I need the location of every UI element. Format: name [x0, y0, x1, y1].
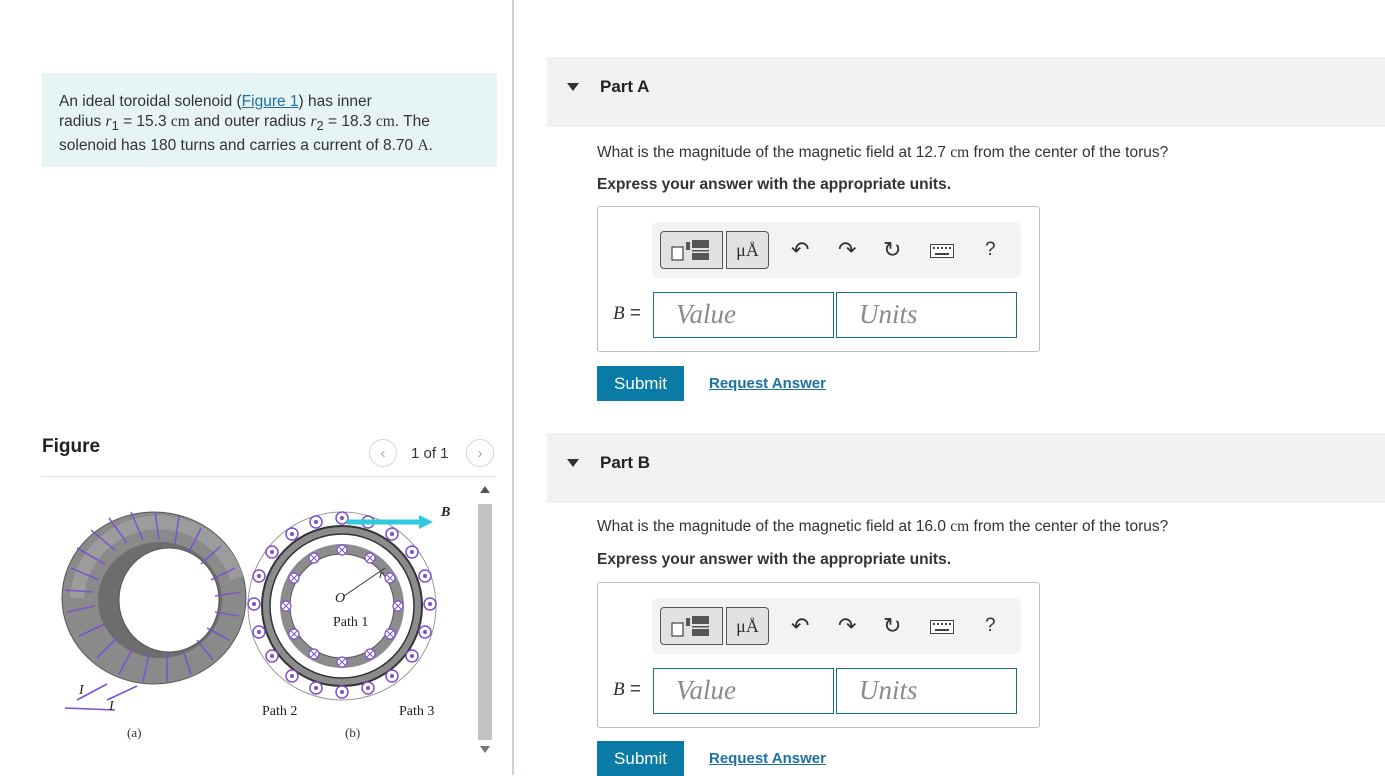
part-a-question: What is the magnitude of the magnetic fi…	[597, 144, 1169, 161]
part-b-answer-box: μÅ ↶ ↷ ↻ ? B = Value Units	[597, 582, 1040, 728]
scroll-thumb[interactable]	[478, 504, 492, 740]
chevron-right-icon: ›	[477, 444, 483, 462]
origin-label: O	[335, 591, 345, 606]
request-answer-link[interactable]: Request Answer	[709, 750, 826, 767]
part-b-header[interactable]: Part B	[547, 433, 1385, 503]
path2-label: Path 2	[262, 704, 297, 719]
problem-line-2: radius r1 = 15.3 cm and outer radius r2 …	[59, 113, 430, 134]
toroid-cross-section: B O r Path 1 Path 2 Path 3 (b)	[247, 505, 450, 740]
variable-label: B =	[613, 303, 641, 324]
radius-label: r	[379, 567, 384, 581]
value-input[interactable]: Value	[653, 668, 834, 714]
part-a-answer-box: μÅ ↶ ↷ ↻ ? B = Value Units	[597, 206, 1040, 352]
toroid-coil-illustration: I I (a)	[61, 511, 247, 740]
scroll-down-arrow-icon[interactable]	[480, 746, 490, 753]
collapse-caret-icon[interactable]	[567, 459, 579, 467]
value-input[interactable]: Value	[653, 292, 834, 338]
collapse-caret-icon[interactable]	[567, 83, 579, 91]
part-b-instruction: Express your answer with the appropriate…	[597, 551, 952, 568]
submit-button[interactable]: Submit	[597, 741, 684, 776]
toroid-figure: I I (a) B O r Path 1 Path 2 Path 3 (b)	[61, 505, 450, 740]
redo-icon[interactable]: ↷	[838, 614, 856, 638]
templates-button[interactable]	[660, 231, 723, 269]
next-figure-button[interactable]: ›	[466, 439, 494, 467]
part-a-title: Part A	[600, 77, 650, 96]
templates-icon	[670, 616, 709, 637]
keyboard-icon[interactable]	[930, 244, 954, 258]
path3-label: Path 3	[399, 704, 434, 719]
figure-divider	[41, 476, 496, 477]
path1-label: Path 1	[333, 615, 368, 630]
templates-icon	[670, 240, 709, 261]
current-label-2: I	[108, 699, 115, 714]
reset-icon[interactable]: ↻	[883, 238, 901, 262]
prev-figure-button[interactable]: ‹	[369, 439, 397, 467]
problem-line-3: solenoid has 180 turns and carries a cur…	[59, 137, 433, 155]
field-label: B	[440, 505, 450, 520]
help-icon[interactable]: ?	[985, 614, 996, 638]
figure-counter: 1 of 1	[411, 445, 449, 462]
units-button[interactable]: μÅ	[726, 607, 769, 645]
part-b-title: Part B	[600, 453, 651, 472]
chevron-left-icon: ‹	[380, 444, 386, 462]
label-a: (a)	[127, 725, 141, 740]
part-b-question: What is the magnitude of the magnetic fi…	[597, 518, 1169, 535]
undo-icon[interactable]: ↶	[791, 614, 809, 638]
reset-icon[interactable]: ↻	[883, 614, 901, 638]
figure-link[interactable]: Figure 1	[242, 93, 299, 110]
units-input[interactable]: Units	[836, 292, 1017, 338]
keyboard-icon[interactable]	[930, 620, 954, 634]
units-input[interactable]: Units	[836, 668, 1017, 714]
scroll-up-arrow-icon[interactable]	[480, 486, 490, 493]
figure-title: Figure	[42, 436, 101, 457]
figure-scrollbar[interactable]	[476, 480, 494, 762]
part-a-header[interactable]: Part A	[547, 57, 1385, 127]
pane-splitter[interactable]	[512, 0, 514, 775]
units-button[interactable]: μÅ	[726, 231, 769, 269]
problem-statement: An ideal toroidal solenoid (Figure 1) ha…	[42, 73, 497, 167]
submit-button[interactable]: Submit	[597, 366, 684, 401]
undo-icon[interactable]: ↶	[791, 238, 809, 262]
request-answer-link[interactable]: Request Answer	[709, 375, 826, 392]
part-a-instruction: Express your answer with the appropriate…	[597, 176, 952, 193]
problem-line-1: An ideal toroidal solenoid (Figure 1) ha…	[59, 93, 372, 110]
math-toolbar: μÅ ↶ ↷ ↻ ?	[652, 598, 1021, 654]
help-icon[interactable]: ?	[985, 238, 996, 262]
label-b: (b)	[345, 725, 360, 740]
variable-label: B =	[613, 679, 641, 700]
templates-button[interactable]	[660, 607, 723, 645]
redo-icon[interactable]: ↷	[838, 238, 856, 262]
math-toolbar: μÅ ↶ ↷ ↻ ?	[652, 222, 1021, 278]
